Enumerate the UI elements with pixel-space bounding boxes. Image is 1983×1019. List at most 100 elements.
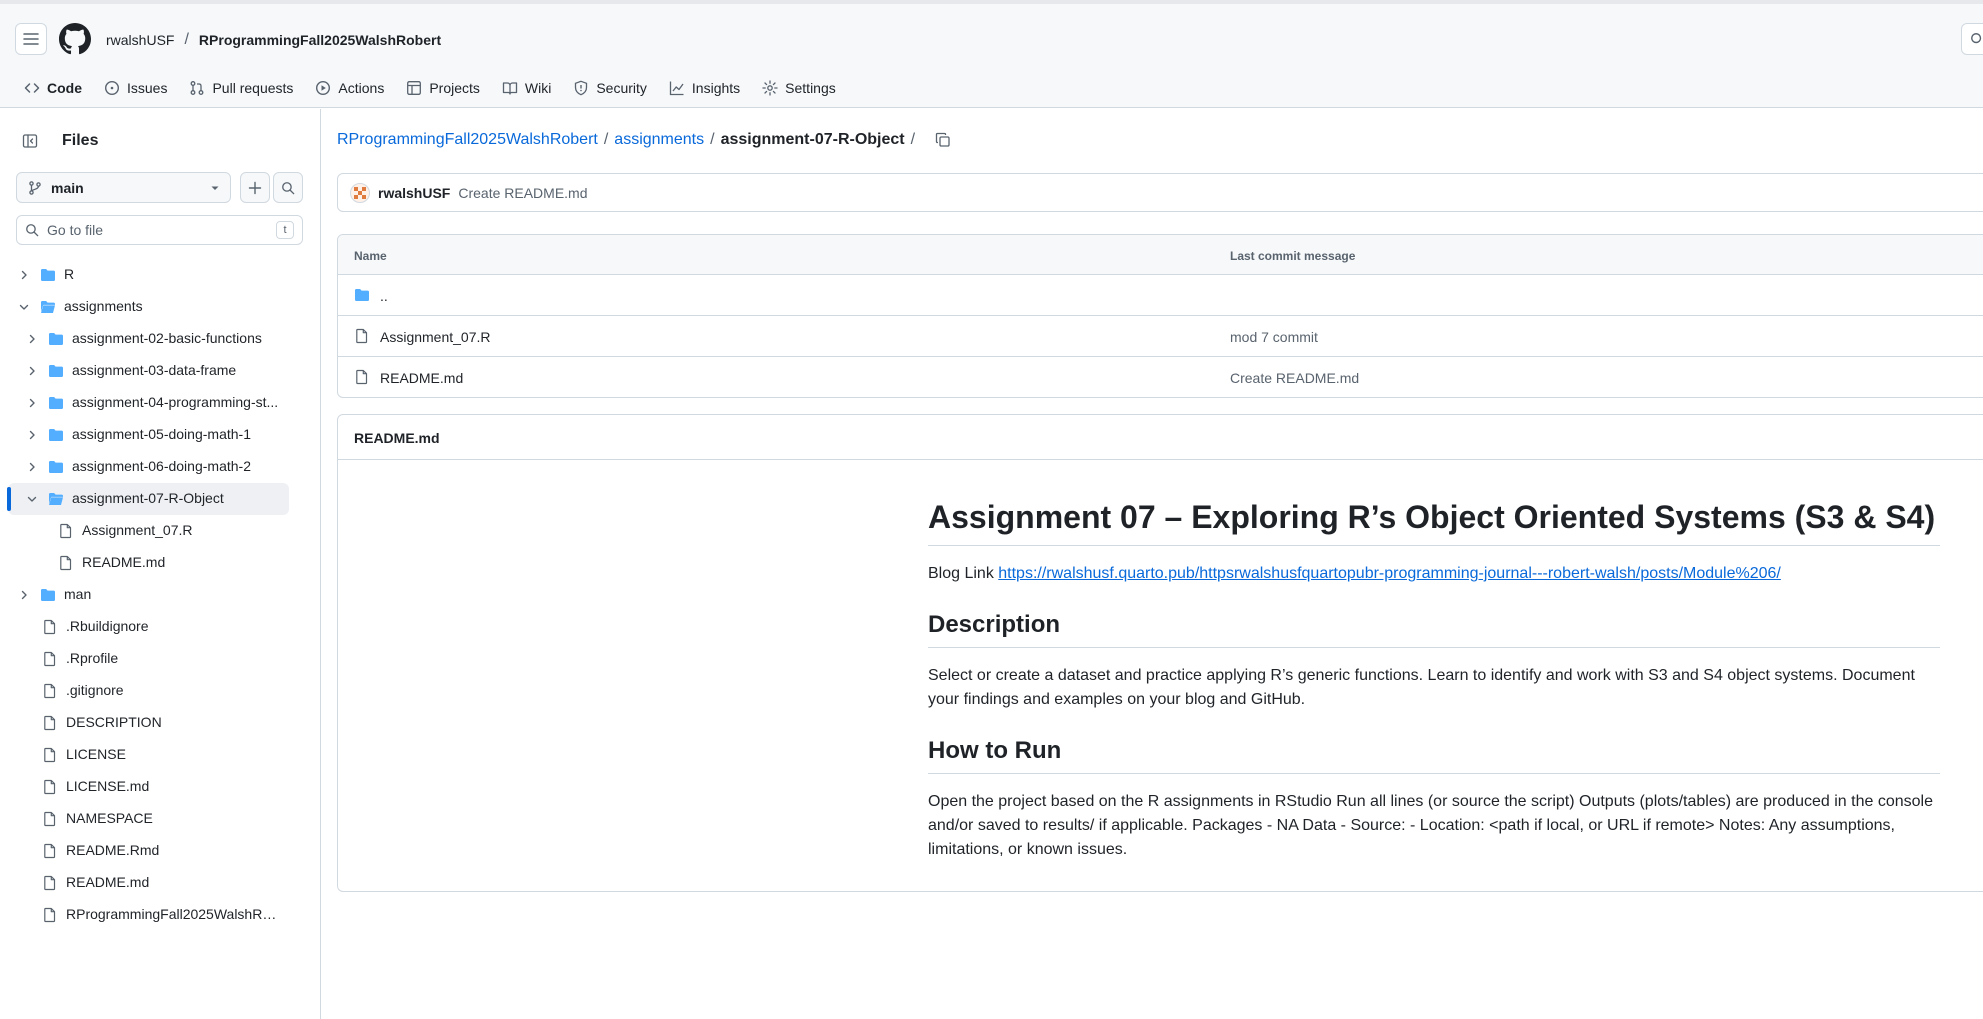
go-to-file-placeholder: Go to file <box>47 222 104 238</box>
chevron-right-icon[interactable] <box>26 429 38 441</box>
collapse-sidebar-button[interactable] <box>14 125 46 157</box>
file-icon <box>42 619 58 635</box>
file-name-link[interactable]: README.md <box>380 370 463 386</box>
tab-code[interactable]: Code <box>14 74 94 112</box>
tab-label: Settings <box>785 80 836 96</box>
tab-security[interactable]: Security <box>563 74 659 102</box>
tree-item[interactable]: assignment-05-doing-math-1 <box>0 419 320 451</box>
commit-author[interactable]: rwalshUSF <box>378 185 450 201</box>
tree-item[interactable]: LICENSE <box>0 739 320 771</box>
tab-label: Security <box>596 80 647 96</box>
blog-link[interactable]: https://rwalshusf.quarto.pub/httpsrwalsh… <box>998 565 1781 582</box>
tree-item[interactable]: NAMESPACE <box>0 803 320 835</box>
go-to-file-input[interactable]: Go to file t <box>16 215 303 245</box>
path-folder-link[interactable]: assignments <box>614 131 704 149</box>
file-commit-message[interactable]: mod 7 commit <box>1230 329 1318 345</box>
tab-pull-requests[interactable]: Pull requests <box>179 74 305 102</box>
path-repo-link[interactable]: RProgrammingFall2025WalshRobert <box>337 131 598 149</box>
blog-link-label: Blog Link <box>928 565 999 582</box>
file-name-link[interactable]: Assignment_07.R <box>380 329 491 345</box>
tree-item[interactable]: man <box>0 579 320 611</box>
tree-item[interactable]: DESCRIPTION <box>0 707 320 739</box>
tree-item[interactable]: assignment-06-doing-math-2 <box>0 451 320 483</box>
readme-filename[interactable]: README.md <box>354 430 440 446</box>
global-header: rwalshUSF / RProgrammingFall2025WalshRob… <box>0 0 1983 112</box>
table-row[interactable]: Assignment_07.R mod 7 commit <box>338 316 1983 357</box>
file-icon <box>356 328 368 344</box>
tree-item[interactable]: assignment-07-R-Object <box>7 483 289 515</box>
chevron-right-icon[interactable] <box>18 589 30 601</box>
tab-projects[interactable]: Projects <box>396 74 492 102</box>
add-file-button[interactable] <box>240 172 270 203</box>
folder-icon <box>48 395 64 411</box>
file-icon <box>58 523 74 539</box>
tab-actions[interactable]: Actions <box>305 74 396 102</box>
tree-item[interactable]: assignment-04-programming-st... <box>0 387 320 419</box>
readme-heading: Assignment 07 – Exploring R’s Object Ori… <box>928 497 1940 546</box>
tree-item-label: README.Rmd <box>66 842 160 858</box>
copy-icon[interactable] <box>935 132 951 148</box>
path-current: assignment-07-R-Object <box>720 131 905 148</box>
plus-icon <box>248 181 262 194</box>
repo-nav: Code Issues Pull requests Actions Projec… <box>14 74 848 112</box>
tab-issues[interactable]: Issues <box>94 74 179 102</box>
tree-item[interactable]: .Rbuildignore <box>0 611 320 643</box>
file-icon <box>42 875 58 891</box>
chevron-right-icon[interactable] <box>26 397 38 409</box>
tree-item[interactable]: R <box>0 259 320 291</box>
menu-button[interactable] <box>15 23 47 55</box>
table-row-parent[interactable]: .. <box>338 275 1983 316</box>
owner-link[interactable]: rwalshUSF <box>106 32 174 48</box>
tree-item[interactable]: .gitignore <box>0 675 320 707</box>
tab-insights[interactable]: Insights <box>659 74 752 102</box>
tree-item-label: assignment-07-R-Object <box>72 490 224 506</box>
tree-item-label: README.md <box>66 874 150 890</box>
column-message-header: Last commit message <box>1230 249 1356 263</box>
file-icon <box>58 555 74 571</box>
tree-item[interactable]: assignment-02-basic-functions <box>0 323 320 355</box>
table-row[interactable]: README.md Create README.md <box>338 357 1983 397</box>
table-icon <box>407 81 422 95</box>
tree-item[interactable]: README.Rmd <box>0 835 320 867</box>
chevron-down-icon[interactable] <box>26 493 38 505</box>
tree-item[interactable]: RProgrammingFall2025WalshRob... <box>0 899 320 931</box>
chevron-down-icon[interactable] <box>18 301 30 313</box>
parent-directory-link[interactable]: .. <box>380 288 388 304</box>
branch-icon <box>29 180 41 195</box>
tab-wiki[interactable]: Wiki <box>492 74 563 102</box>
file-commit-message[interactable]: Create README.md <box>1230 370 1359 386</box>
branch-name: main <box>51 179 84 196</box>
branch-selector[interactable]: main <box>16 172 231 203</box>
chevron-right-icon[interactable] <box>26 365 38 377</box>
file-icon <box>42 651 58 667</box>
folder-icon <box>355 289 369 301</box>
tree-item-label: .gitignore <box>66 682 124 698</box>
sidebar-title: Files <box>62 132 99 149</box>
tree-item[interactable]: LICENSE.md <box>0 771 320 803</box>
repo-link[interactable]: RProgrammingFall2025WalshRobert <box>199 32 441 48</box>
tab-label: Insights <box>691 80 741 96</box>
tree-item-label: assignment-06-doing-math-2 <box>72 458 251 474</box>
breadcrumb-separator: / <box>184 31 189 48</box>
tab-settings[interactable]: Settings <box>752 74 848 102</box>
chevron-right-icon[interactable] <box>18 269 30 281</box>
tree-item[interactable]: assignment-03-data-frame <box>0 355 320 387</box>
tab-label: Wiki <box>524 80 552 96</box>
description-heading: Description <box>928 610 1940 648</box>
tab-label: Projects <box>429 80 480 96</box>
search-files-button[interactable] <box>273 172 303 203</box>
tree-item[interactable]: README.md <box>0 547 320 579</box>
chevron-right-icon[interactable] <box>26 333 38 345</box>
tree-item[interactable]: Assignment_07.R <box>0 515 320 547</box>
commit-message[interactable]: Create README.md <box>458 185 587 201</box>
avatar[interactable] <box>350 182 370 203</box>
search-icon <box>282 181 295 194</box>
chevron-right-icon[interactable] <box>26 461 38 473</box>
file-icon <box>42 811 58 827</box>
search-button[interactable] <box>1961 23 1983 55</box>
github-logo-icon[interactable] <box>59 23 91 55</box>
tree-item[interactable]: README.md <box>0 867 320 899</box>
tree-item[interactable]: .Rprofile <box>0 643 320 675</box>
tree-item[interactable]: assignments <box>0 291 320 323</box>
tree-item-label: LICENSE <box>66 746 126 762</box>
